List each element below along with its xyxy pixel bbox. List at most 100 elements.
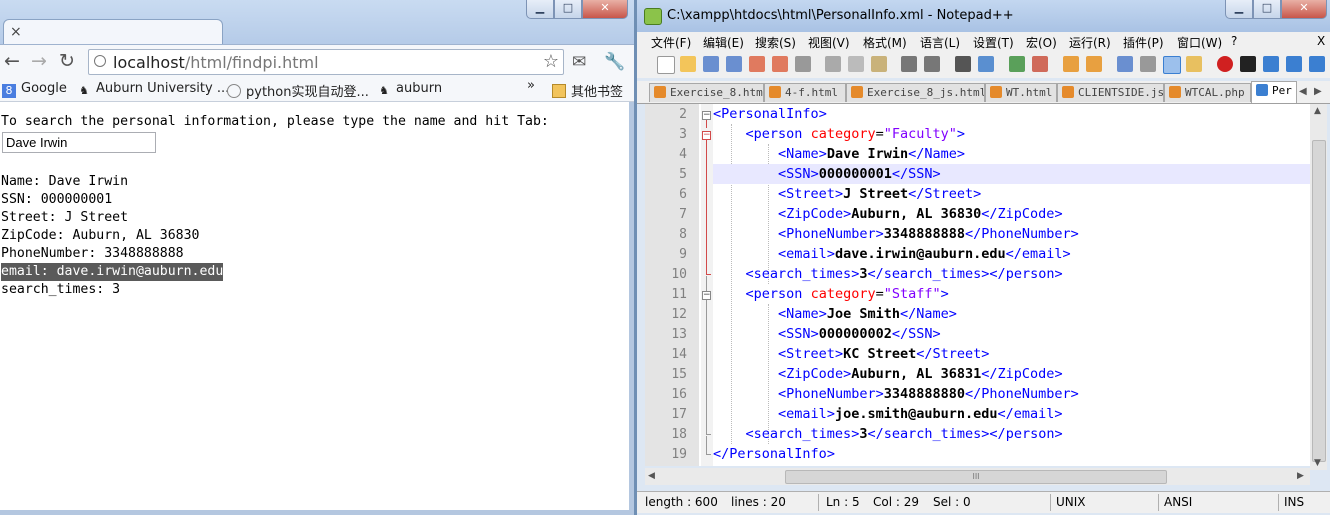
fold-toggle-icon[interactable]: − bbox=[702, 111, 711, 120]
code-editor[interactable]: 2 3 4 5 6 7 8 9 10 11 12 13 14 15 16 17 … bbox=[645, 104, 1310, 466]
menu-close-doc[interactable]: X bbox=[1317, 34, 1325, 48]
tab-scroll-left-icon[interactable]: ◀ bbox=[1299, 86, 1307, 97]
horizontal-scrollbar[interactable]: ◀ III ▶ bbox=[645, 468, 1310, 485]
bookmarks-overflow-icon[interactable]: » bbox=[527, 78, 535, 93]
name-search-input[interactable] bbox=[2, 132, 156, 153]
auburn-icon: ♞ bbox=[79, 84, 89, 97]
save-icon[interactable] bbox=[703, 56, 719, 72]
forward-icon[interactable]: → bbox=[31, 50, 47, 72]
bookmark-google[interactable]: 8 Google bbox=[2, 81, 67, 98]
vertical-scroll-thumb[interactable] bbox=[1312, 140, 1326, 462]
bookmark-star-icon[interactable]: ☆ bbox=[543, 51, 559, 72]
replace-icon[interactable] bbox=[978, 56, 994, 72]
code-area[interactable]: <PersonalInfo> <person category="Faculty… bbox=[713, 104, 1310, 466]
scroll-up-icon[interactable]: ▲ bbox=[1314, 106, 1321, 116]
browser-tab[interactable]: × bbox=[3, 19, 223, 46]
bookmark-auburn-university[interactable]: ♞ Auburn University ... bbox=[77, 81, 229, 98]
cut-icon[interactable] bbox=[825, 56, 841, 72]
notepadpp-window: C:\xampp\htdocs\html\PersonalInfo.xml - … bbox=[637, 0, 1330, 515]
file-icon bbox=[990, 86, 1002, 98]
close-icon[interactable]: ✕ bbox=[1281, 0, 1327, 19]
file-icon bbox=[1169, 86, 1181, 98]
undo-icon[interactable] bbox=[901, 56, 917, 72]
doc-map-icon[interactable] bbox=[1186, 56, 1202, 72]
fold-toggle-icon[interactable]: − bbox=[702, 131, 711, 140]
fold-line bbox=[706, 140, 707, 274]
menu-language[interactable]: 语言(L) bbox=[920, 34, 960, 51]
code-line: <search_times>3</search_times></person> bbox=[745, 426, 1063, 442]
redo-icon[interactable] bbox=[924, 56, 940, 72]
menu-plugins[interactable]: 插件(P) bbox=[1123, 34, 1164, 51]
copy-icon[interactable] bbox=[848, 56, 864, 72]
new-file-icon[interactable] bbox=[657, 56, 675, 74]
tab-exercise-8[interactable]: Exercise_8.html bbox=[649, 83, 764, 102]
gmail-extension-icon[interactable]: ✉ bbox=[572, 52, 586, 72]
print-icon[interactable] bbox=[795, 56, 811, 72]
menu-window[interactable]: 窗口(W) bbox=[1177, 34, 1222, 51]
close-file-icon[interactable] bbox=[749, 56, 765, 72]
save-macro-icon[interactable] bbox=[1309, 56, 1325, 72]
fold-toggle-icon[interactable]: − bbox=[702, 291, 711, 300]
maximize-icon[interactable]: □ bbox=[554, 0, 582, 19]
tab-personalinfo[interactable]: Per bbox=[1251, 81, 1297, 103]
tab-wt[interactable]: WT.html bbox=[985, 83, 1057, 102]
menu-help[interactable]: ? bbox=[1231, 34, 1237, 48]
record-macro-icon[interactable] bbox=[1217, 56, 1233, 72]
line-number: 19 bbox=[671, 447, 687, 462]
vertical-scrollbar[interactable]: ▲ ▼ bbox=[1310, 104, 1327, 470]
close-all-icon[interactable] bbox=[772, 56, 788, 72]
minimize-icon[interactable]: ▁ bbox=[1225, 0, 1253, 19]
tab-label: WT.html bbox=[1006, 86, 1053, 99]
zoom-out-icon[interactable] bbox=[1032, 56, 1048, 72]
run-macro-multiple-icon[interactable] bbox=[1286, 56, 1302, 72]
menu-run[interactable]: 运行(R) bbox=[1069, 34, 1111, 51]
menu-macro[interactable]: 宏(O) bbox=[1026, 34, 1057, 51]
minimize-icon[interactable]: ▁ bbox=[526, 0, 554, 19]
maximize-icon[interactable]: □ bbox=[1253, 0, 1281, 19]
url-text[interactable]: localhost/html/findpi.html bbox=[113, 53, 319, 72]
reload-icon[interactable]: ↻ bbox=[59, 50, 75, 72]
word-wrap-icon[interactable] bbox=[1117, 56, 1133, 72]
menu-view[interactable]: 视图(V) bbox=[808, 34, 850, 51]
scroll-left-icon[interactable]: ◀ bbox=[648, 471, 655, 481]
tab-wtcal[interactable]: WTCAL.php bbox=[1164, 83, 1251, 102]
tab-clientside[interactable]: CLIENTSIDE.js bbox=[1057, 83, 1164, 102]
indent-guide-icon[interactable] bbox=[1163, 56, 1181, 74]
menu-edit[interactable]: 编辑(E) bbox=[703, 34, 744, 51]
line-number: 12 bbox=[671, 307, 687, 322]
line-number: 18 bbox=[671, 427, 687, 442]
other-bookmarks[interactable]: 其他书签 bbox=[552, 81, 623, 100]
find-icon[interactable] bbox=[955, 56, 971, 72]
wrench-icon[interactable]: 🔧 bbox=[604, 52, 625, 72]
sync-v-icon[interactable] bbox=[1063, 56, 1079, 72]
address-bar[interactable]: localhost/html/findpi.html ☆ bbox=[88, 49, 564, 75]
back-icon[interactable]: ← bbox=[4, 50, 20, 72]
tab-scroll-right-icon[interactable]: ▶ bbox=[1314, 86, 1322, 97]
status-encoding: ANSI bbox=[1164, 495, 1193, 509]
open-file-icon[interactable] bbox=[680, 56, 696, 72]
bookmark-python[interactable]: python实现自动登... bbox=[227, 81, 369, 100]
zoom-in-icon[interactable] bbox=[1009, 56, 1025, 72]
page-info-icon[interactable] bbox=[94, 55, 106, 67]
scroll-down-icon[interactable]: ▼ bbox=[1314, 458, 1321, 468]
tab-4-f[interactable]: 4-f.html bbox=[764, 83, 846, 102]
stop-macro-icon[interactable] bbox=[1240, 56, 1256, 72]
show-all-chars-icon[interactable] bbox=[1140, 56, 1156, 72]
globe-icon bbox=[227, 84, 241, 98]
menu-format[interactable]: 格式(M) bbox=[863, 34, 907, 51]
horizontal-scroll-thumb[interactable]: III bbox=[785, 470, 1167, 484]
close-icon[interactable]: ✕ bbox=[582, 0, 628, 19]
sync-h-icon[interactable] bbox=[1086, 56, 1102, 72]
status-separator bbox=[1050, 494, 1051, 511]
menu-search[interactable]: 搜索(S) bbox=[755, 34, 796, 51]
scroll-right-icon[interactable]: ▶ bbox=[1297, 471, 1304, 481]
menu-file[interactable]: 文件(F) bbox=[651, 34, 691, 51]
paste-icon[interactable] bbox=[871, 56, 887, 72]
play-macro-icon[interactable] bbox=[1263, 56, 1279, 72]
bookmark-auburn[interactable]: ♞ auburn bbox=[377, 81, 442, 98]
save-all-icon[interactable] bbox=[726, 56, 742, 72]
tab-exercise-8-js[interactable]: Exercise_8_js.html bbox=[846, 83, 985, 102]
tab-close-icon[interactable]: × bbox=[10, 24, 22, 40]
url-path: /html/findpi.html bbox=[184, 53, 319, 72]
menu-settings[interactable]: 设置(T) bbox=[973, 34, 1014, 51]
